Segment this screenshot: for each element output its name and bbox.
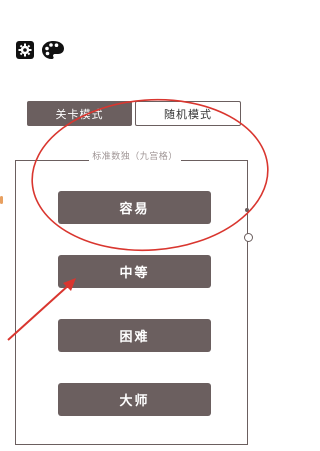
gear-icon xyxy=(16,41,34,59)
mode-tabs: 关卡模式 随机模式 xyxy=(27,101,242,126)
edge-marker xyxy=(0,196,3,204)
tab-level-mode[interactable]: 关卡模式 xyxy=(27,101,132,126)
palette-icon xyxy=(42,41,64,59)
scrollbar-handle[interactable] xyxy=(244,233,253,242)
theme-button[interactable] xyxy=(41,40,65,60)
level-master-button[interactable]: 大师 xyxy=(58,383,211,416)
scrollbar-track[interactable] xyxy=(247,210,248,445)
tab-random-mode[interactable]: 随机模式 xyxy=(135,101,241,126)
top-toolbar xyxy=(15,40,65,60)
level-hard-button[interactable]: 困难 xyxy=(58,319,211,352)
settings-button[interactable] xyxy=(15,40,35,60)
level-easy-button[interactable]: 容易 xyxy=(58,191,211,224)
scrollbar-top-dot xyxy=(245,208,249,212)
level-medium-button[interactable]: 中等 xyxy=(58,255,211,288)
panel-title-text: 标准数独（九宫格） xyxy=(89,152,181,162)
panel-title: 标准数独（九宫格） xyxy=(0,149,270,162)
